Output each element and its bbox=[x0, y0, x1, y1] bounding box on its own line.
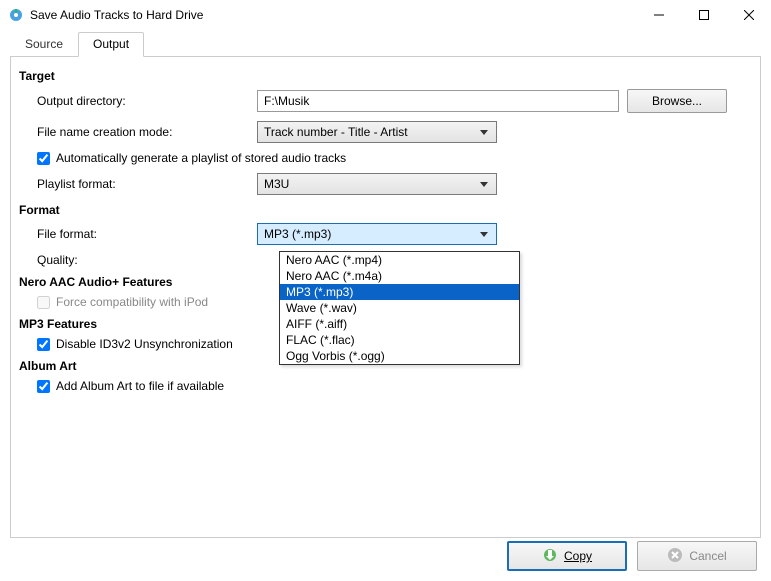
output-directory-input[interactable] bbox=[257, 90, 619, 112]
tab-source[interactable]: Source bbox=[10, 32, 78, 57]
maximize-button[interactable] bbox=[681, 0, 726, 30]
auto-playlist-checkbox[interactable] bbox=[37, 152, 50, 165]
file-format-select[interactable]: MP3 (*.mp3) bbox=[257, 223, 497, 245]
copy-button[interactable]: Copy bbox=[507, 541, 627, 571]
close-button[interactable] bbox=[726, 0, 771, 30]
force-ipod-checkbox bbox=[37, 296, 50, 309]
file-format-option[interactable]: FLAC (*.flac) bbox=[280, 332, 519, 348]
tab-output[interactable]: Output bbox=[78, 32, 144, 57]
file-format-option[interactable]: Wave (*.wav) bbox=[280, 300, 519, 316]
auto-playlist-label: Automatically generate a playlist of sto… bbox=[56, 151, 346, 165]
titlebar: Save Audio Tracks to Hard Drive bbox=[0, 0, 771, 30]
file-format-label: File format: bbox=[37, 227, 257, 241]
window-title: Save Audio Tracks to Hard Drive bbox=[30, 8, 636, 22]
playlist-format-select[interactable]: M3U bbox=[257, 173, 497, 195]
force-ipod-label: Force compatibility with iPod bbox=[56, 295, 208, 309]
filename-mode-select[interactable]: Track number - Title - Artist bbox=[257, 121, 497, 143]
disable-id3v2-label: Disable ID3v2 Unsynchronization bbox=[56, 337, 233, 351]
app-icon bbox=[8, 7, 24, 23]
cancel-icon bbox=[667, 547, 683, 566]
file-format-option[interactable]: Nero AAC (*.m4a) bbox=[280, 268, 519, 284]
add-album-art-checkbox[interactable] bbox=[37, 380, 50, 393]
copy-label: Copy bbox=[564, 549, 592, 563]
file-format-option-selected[interactable]: MP3 (*.mp3) bbox=[280, 284, 519, 300]
target-heading: Target bbox=[19, 69, 752, 83]
copy-icon bbox=[542, 547, 558, 566]
disable-id3v2-checkbox[interactable] bbox=[37, 338, 50, 351]
filename-mode-label: File name creation mode: bbox=[37, 125, 257, 139]
cancel-button: Cancel bbox=[637, 541, 757, 571]
output-directory-label: Output directory: bbox=[37, 94, 257, 108]
file-format-dropdown[interactable]: Nero AAC (*.mp4) Nero AAC (*.m4a) MP3 (*… bbox=[279, 251, 520, 365]
browse-button[interactable]: Browse... bbox=[627, 89, 727, 113]
file-format-option[interactable]: Nero AAC (*.mp4) bbox=[280, 252, 519, 268]
file-format-option[interactable]: AIFF (*.aiff) bbox=[280, 316, 519, 332]
tab-bar: Source Output bbox=[0, 32, 771, 57]
footer: Copy Cancel bbox=[0, 531, 771, 581]
cancel-label: Cancel bbox=[689, 549, 726, 563]
minimize-button[interactable] bbox=[636, 0, 681, 30]
format-heading: Format bbox=[19, 203, 752, 217]
quality-label: Quality: bbox=[37, 253, 257, 267]
add-album-art-label: Add Album Art to file if available bbox=[56, 379, 224, 393]
playlist-format-label: Playlist format: bbox=[37, 177, 257, 191]
file-format-option[interactable]: Ogg Vorbis (*.ogg) bbox=[280, 348, 519, 364]
